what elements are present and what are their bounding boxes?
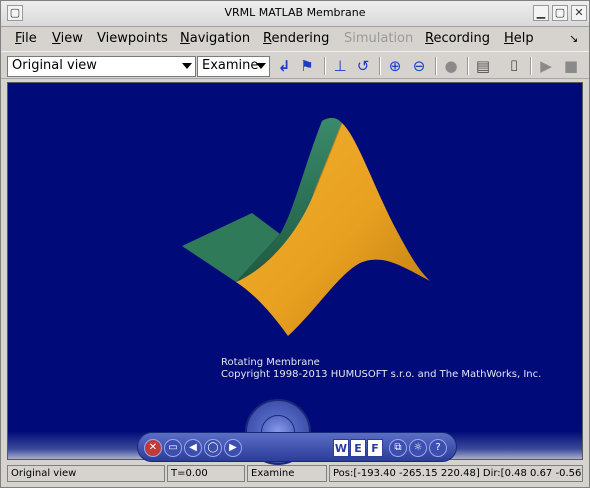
edges-toggle[interactable]: E: [350, 439, 366, 457]
undo-move-icon[interactable]: ↺: [353, 56, 373, 76]
menu-simulation: Simulation: [344, 31, 414, 46]
straighten-up-icon[interactable]: ⊥: [330, 56, 350, 76]
chevron-down-icon: [256, 63, 266, 69]
slide-right-icon[interactable]: ▶: [224, 439, 242, 457]
menu-file[interactable]: File: [15, 31, 37, 46]
capture-list-icon[interactable]: ▤: [473, 56, 493, 76]
return-icon[interactable]: ↲: [274, 56, 294, 76]
wireframe-toggle[interactable]: W: [333, 439, 349, 457]
title-bar: ▢ VRML MATLAB Membrane ▁ ▢ ✕: [1, 1, 589, 27]
record-icon[interactable]: ●: [441, 56, 461, 76]
navigation-panel: ✕ ▭ ◀ ◯ ▶ W E F ⧉ ☼ ?: [137, 432, 457, 462]
toolbar-separator: [467, 57, 469, 75]
play-icon[interactable]: ▶: [536, 56, 556, 76]
menu-help[interactable]: Help: [504, 31, 534, 46]
camera-icon[interactable]: ⌷: [504, 56, 524, 76]
maximize-button[interactable]: ▢: [552, 5, 568, 21]
menu-detach-icon[interactable]: ↘: [569, 32, 578, 45]
caption-title: Rotating Membrane: [221, 357, 320, 368]
flag-icon[interactable]: ⚑: [297, 56, 317, 76]
zoom-out-icon[interactable]: ⊖: [409, 56, 429, 76]
status-position: Pos:[-193.40 -265.15 220.48] Dir:[0.48 0…: [329, 465, 583, 482]
menu-recording[interactable]: Recording: [425, 31, 490, 46]
menu-rendering[interactable]: Rendering: [263, 31, 329, 46]
navigation-mode-select[interactable]: Examine: [197, 56, 270, 77]
light-icon[interactable]: ☼: [409, 439, 427, 457]
status-viewpoint: Original view: [7, 465, 165, 482]
close-panel-icon[interactable]: ✕: [144, 439, 162, 457]
toolbar-separator: [530, 57, 532, 75]
caption-copyright: Copyright 1998-2013 HUMUSOFT s.r.o. and …: [221, 369, 542, 380]
menu-navigation[interactable]: Navigation: [180, 31, 250, 46]
menu-view[interactable]: View: [52, 31, 83, 46]
close-button[interactable]: ✕: [571, 5, 587, 21]
slide-left-icon[interactable]: ◀: [184, 439, 202, 457]
scene-caption: Rotating Membrane Copyright 1998-2013 HU…: [221, 357, 541, 381]
rotate-icon[interactable]: ◯: [204, 439, 222, 457]
toolbar-separator: [324, 57, 326, 75]
status-time: T=0.00: [167, 465, 245, 482]
toolbar: Original view Examine ↲ ⚑ ⊥ ↺ ⊕ ⊖ ● ▤ ⌷ …: [1, 51, 589, 79]
zoom-in-icon[interactable]: ⊕: [385, 56, 405, 76]
copy-view-icon[interactable]: ⧉: [389, 439, 407, 457]
stop-icon[interactable]: ■: [561, 56, 581, 76]
faces-toggle[interactable]: F: [367, 439, 383, 457]
chevron-down-icon: [182, 63, 192, 69]
viewpoint-select[interactable]: Original view: [7, 56, 196, 77]
toolbar-separator: [379, 57, 381, 75]
app-window: ▢ VRML MATLAB Membrane ▁ ▢ ✕ File View V…: [0, 0, 590, 488]
toolbar-separator: [435, 57, 437, 75]
menu-bar: File View Viewpoints Navigation Renderin…: [1, 28, 589, 50]
window-title: VRML MATLAB Membrane: [224, 6, 366, 19]
menu-viewpoints[interactable]: Viewpoints: [97, 31, 168, 46]
panel-mode-icon[interactable]: ▭: [164, 439, 182, 457]
minimize-button[interactable]: ▁: [533, 5, 549, 21]
status-mode: Examine: [247, 465, 327, 482]
status-bar: Original view T=0.00 Examine Pos:[-193.4…: [1, 463, 589, 483]
help-icon[interactable]: ?: [429, 439, 447, 457]
